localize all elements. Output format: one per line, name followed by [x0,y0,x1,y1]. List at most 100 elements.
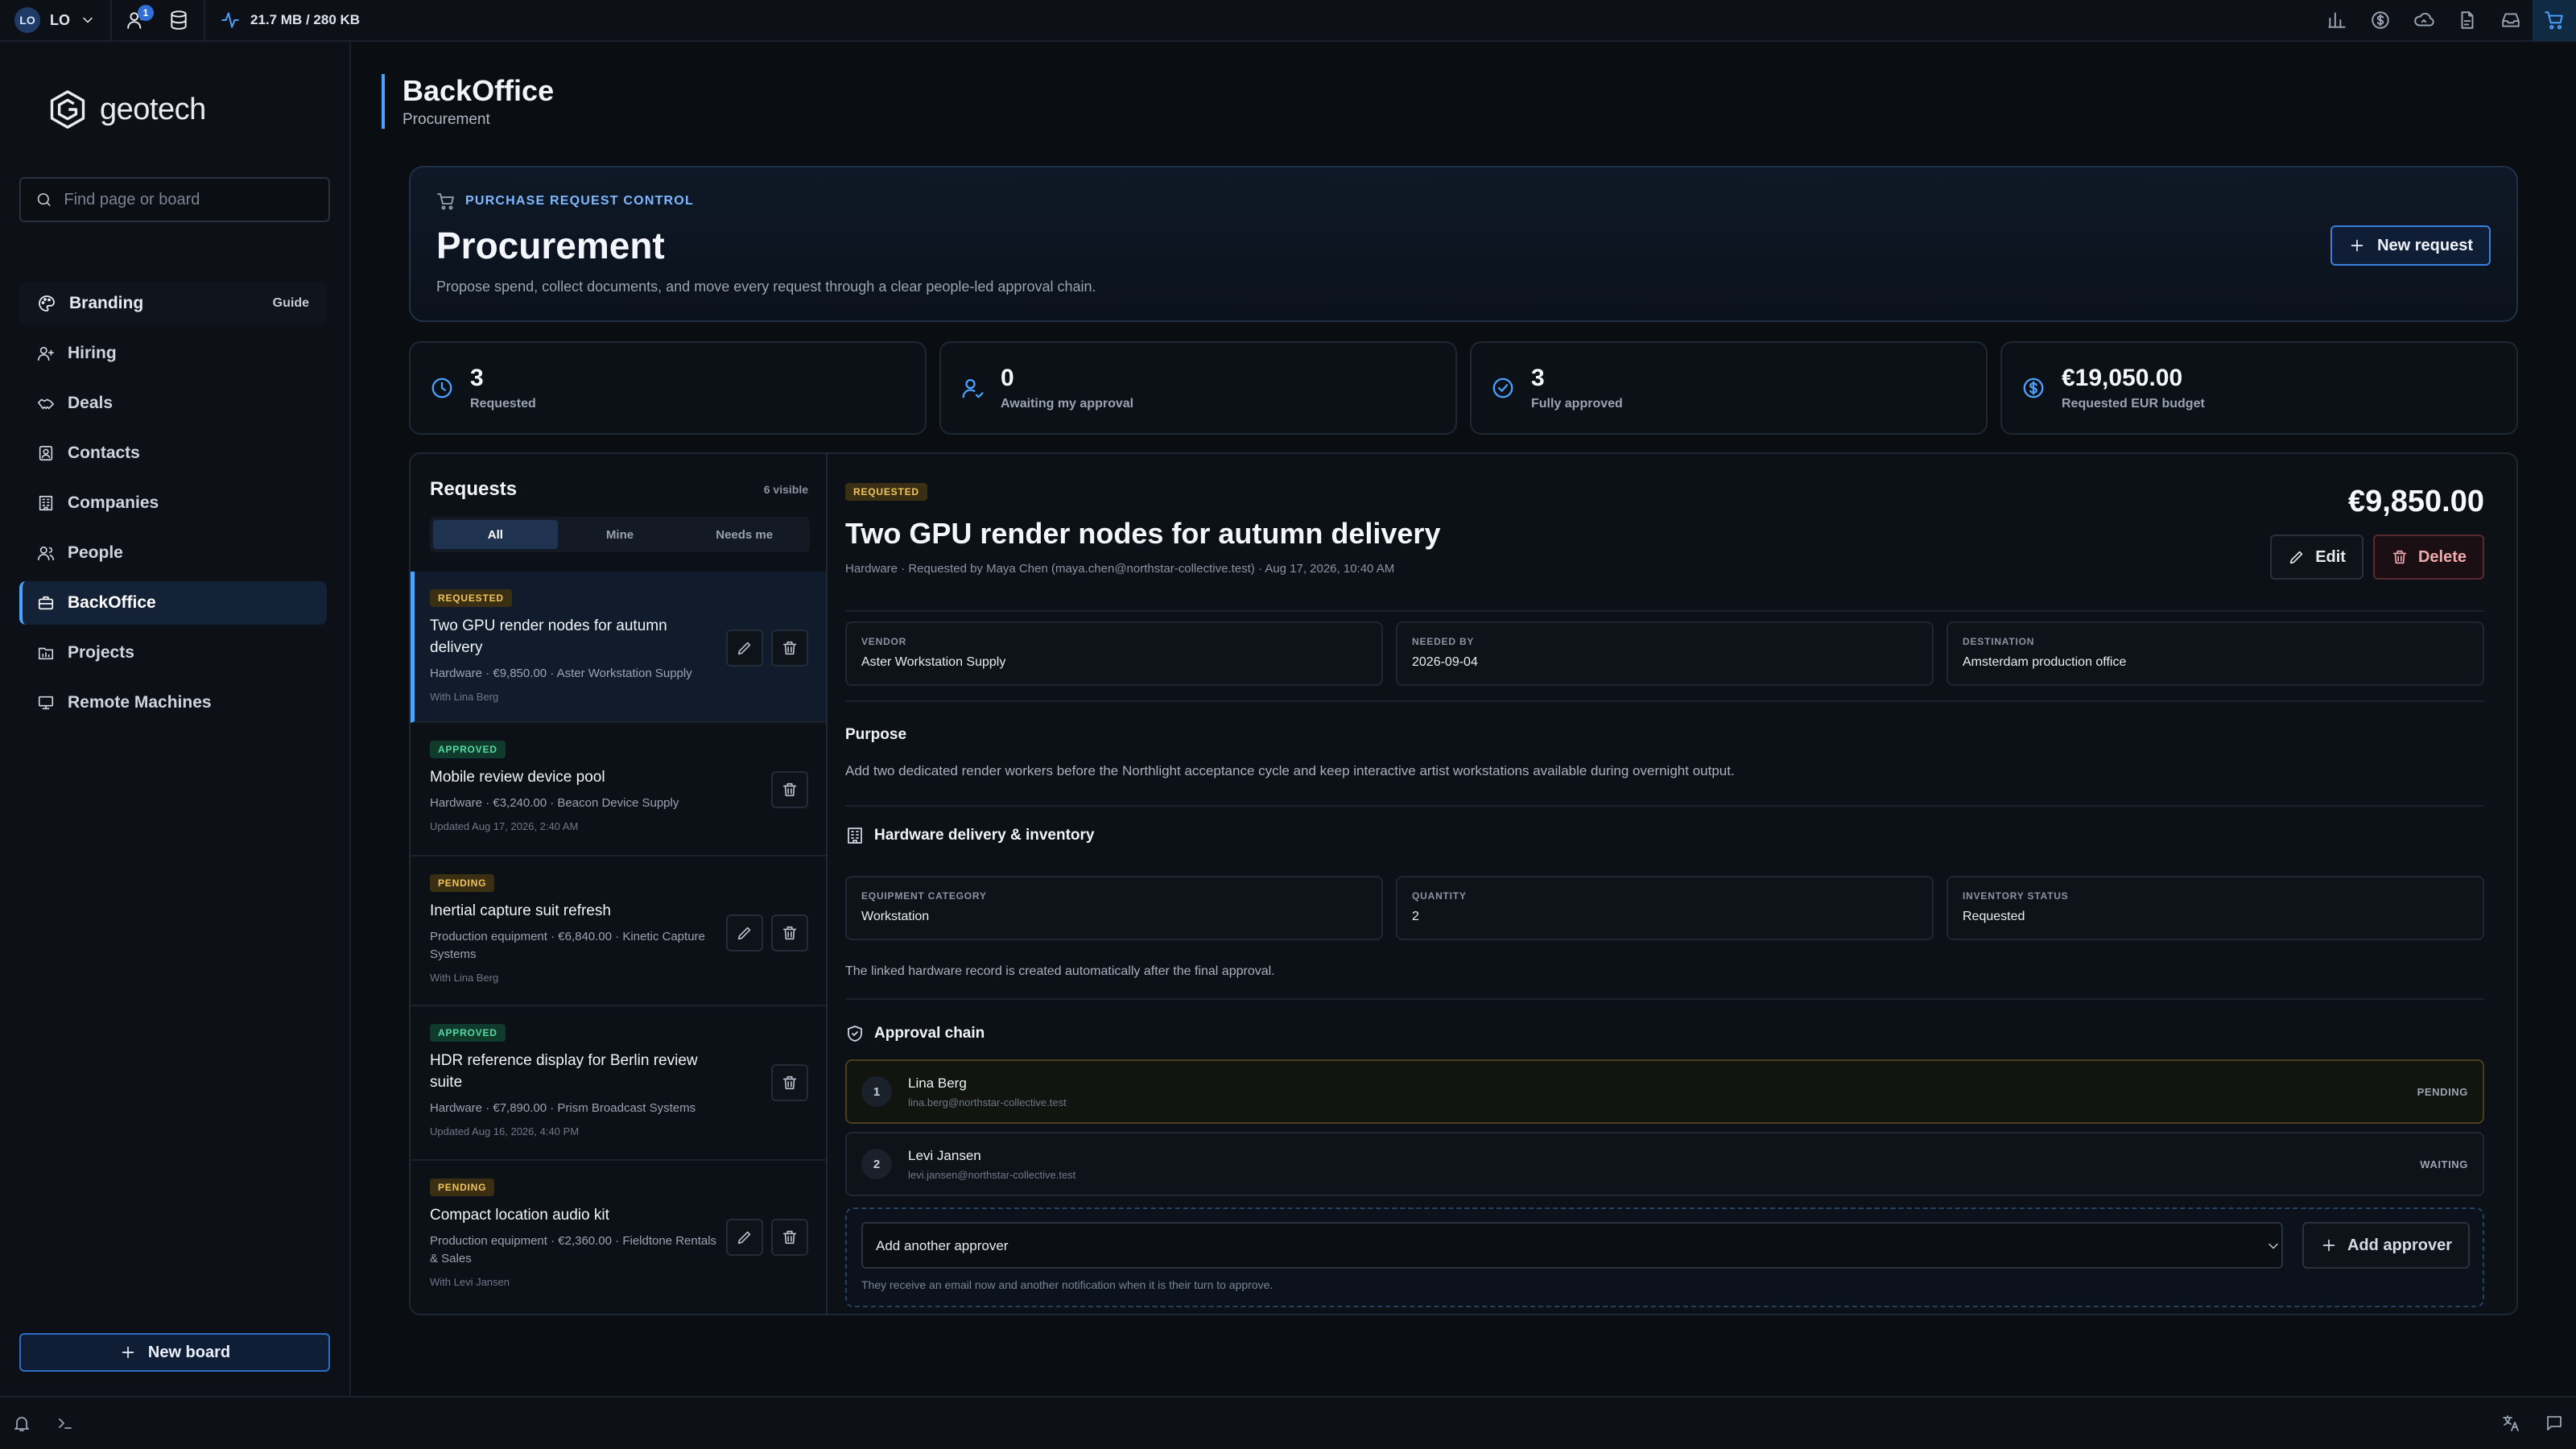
purpose-text: Add two dedicated render workers before … [845,763,1735,778]
sidebar-item-deals[interactable]: Deals [19,382,327,425]
status-badge: PENDING [430,874,495,892]
edit-button[interactable] [726,1219,763,1256]
monitor-icon [38,696,54,710]
tab-all[interactable]: All [433,520,558,549]
list-item[interactable]: APPROVED HDR reference display for Berli… [411,1006,826,1161]
translate-button[interactable] [2489,1402,2533,1444]
user-plus-icon [38,346,54,361]
search-box [19,177,330,222]
inbox-button[interactable] [2489,0,2533,41]
field-value: 2 [1412,910,1419,923]
delete-button[interactable] [771,1064,808,1101]
plus-icon [2351,239,2363,252]
sidebar-item-backoffice[interactable]: BackOffice [19,581,327,625]
visible-count: 6 visible [763,483,808,496]
plus-icon [122,1346,134,1359]
sidebar-item-label: Branding [69,294,144,312]
vendor-field: VENDOR Aster Workstation Supply [845,621,1383,686]
database-icon[interactable] [168,10,189,31]
chat-button[interactable] [2533,1402,2576,1444]
request-title: Mobile review device pool [430,769,605,786]
request-meta: Production equipment · €6,840.00 · Kinet… [430,930,705,961]
chat-icon [2547,1416,2562,1430]
trash-icon [782,1230,797,1245]
delete-button[interactable] [771,1219,808,1256]
list-item[interactable]: APPROVED Mobile review device pool Hardw… [411,723,826,857]
users-notification-button[interactable]: 1 [126,5,154,31]
hero-title: Procurement [436,225,665,266]
delete-button[interactable] [771,630,808,667]
request-subtitle: Hardware · Requested by Maya Chen (maya.… [845,562,1395,576]
approval-chain-title: Approval chain [845,1024,985,1043]
stat-label: Requested EUR budget [2062,397,2205,411]
sidebar-item-contacts[interactable]: Contacts [19,431,327,475]
geotech-logo-icon [50,90,85,129]
search-input[interactable] [64,190,314,209]
delete-label: Delete [2417,547,2467,566]
document-button[interactable] [2446,0,2489,41]
request-title: Two GPU render nodes for autumn delivery [845,517,1441,550]
sidebar-item-companies[interactable]: Companies [19,481,327,525]
quantity-field: QUANTITY 2 [1396,876,1934,940]
request-amount: €9,850.00 [2347,485,2484,518]
approver-select[interactable]: Add another approver [861,1222,2283,1269]
approver-email: lina.berg@northstar-collective.test [908,1096,1067,1108]
list-item[interactable]: PENDING Inertial capture suit refresh Pr… [411,857,826,1006]
add-approver-label: Add approver [2347,1236,2452,1254]
new-board-button[interactable]: New board [19,1333,330,1372]
guide-link[interactable]: Guide [273,296,309,311]
user-label: LO [50,11,70,28]
stats-row: 3 Requested 0 Awaiting my approval 3 Fully … [409,341,2518,435]
bar-chart-icon [2328,12,2346,28]
stat-approved: 3 Fully approved [1470,341,1988,435]
approver-row: 1 Lina Berg lina.berg@northstar-collectiv… [845,1059,2484,1124]
delete-button[interactable] [771,914,808,952]
sidebar-item-hiring[interactable]: Hiring [19,332,327,375]
field-label: QUANTITY [1412,890,1467,902]
sidebar-item-projects[interactable]: Projects [19,631,327,675]
list-item[interactable]: REQUESTED Two GPU render nodes for autum… [411,572,826,723]
purpose-title: Purpose [845,726,906,744]
trash-icon [782,782,797,797]
stat-label: Requested [470,397,536,411]
chart-button[interactable] [2315,0,2359,41]
request-meta: Production equipment · €2,360.00 · Field… [430,1234,717,1265]
edit-button[interactable]: Edit [2270,535,2363,580]
approver-name: Lina Berg [908,1075,967,1091]
tab-needs-me[interactable]: Needs me [682,520,807,549]
field-label: EQUIPMENT CATEGORY [861,890,987,902]
hardware-note: The linked hardware record is created au… [845,964,1275,978]
new-request-button[interactable]: New request [2330,225,2491,266]
status-badge: APPROVED [430,741,506,758]
status-badge: REQUESTED [430,589,512,607]
edit-button[interactable] [726,630,763,667]
add-approver-hint: They receive an email now and another no… [861,1278,1274,1291]
notifications-button[interactable] [0,1402,43,1444]
terminal-button[interactable] [43,1402,87,1444]
request-meta: Hardware · €3,240.00 · Beacon Device Sup… [430,796,679,810]
user-menu[interactable]: LO LO [0,0,112,40]
filter-tabs: All Mine Needs me [430,517,810,552]
cloud-button[interactable] [2402,0,2446,41]
building-icon [39,495,53,511]
divider [845,700,2484,702]
tab-mine[interactable]: Mine [558,520,683,549]
delete-button[interactable] [771,771,808,808]
sidebar-item-people[interactable]: People [19,531,327,575]
new-request-label: New request [2377,236,2473,254]
edit-button[interactable] [726,914,763,952]
sidebar-item-remote-machines[interactable]: Remote Machines [19,681,327,724]
field-value: Requested [1963,910,2025,923]
cart-button[interactable] [2533,0,2576,41]
cart-icon [2545,11,2563,30]
delete-button[interactable]: Delete [2372,535,2484,580]
list-item[interactable]: PENDING Compact location audio kit Produ… [411,1161,826,1314]
sidebar-item-label: Deals [68,394,114,412]
field-label: INVENTORY STATUS [1963,890,2069,902]
sidebar-item-branding[interactable]: Branding Guide [19,282,327,325]
requests-title: Requests [430,478,518,500]
currency-button[interactable] [2359,0,2402,41]
logo[interactable]: geotech [47,89,206,130]
add-approver-button[interactable]: Add approver [2301,1222,2470,1269]
approver-email: levi.jansen@northstar-collective.test [908,1168,1076,1181]
